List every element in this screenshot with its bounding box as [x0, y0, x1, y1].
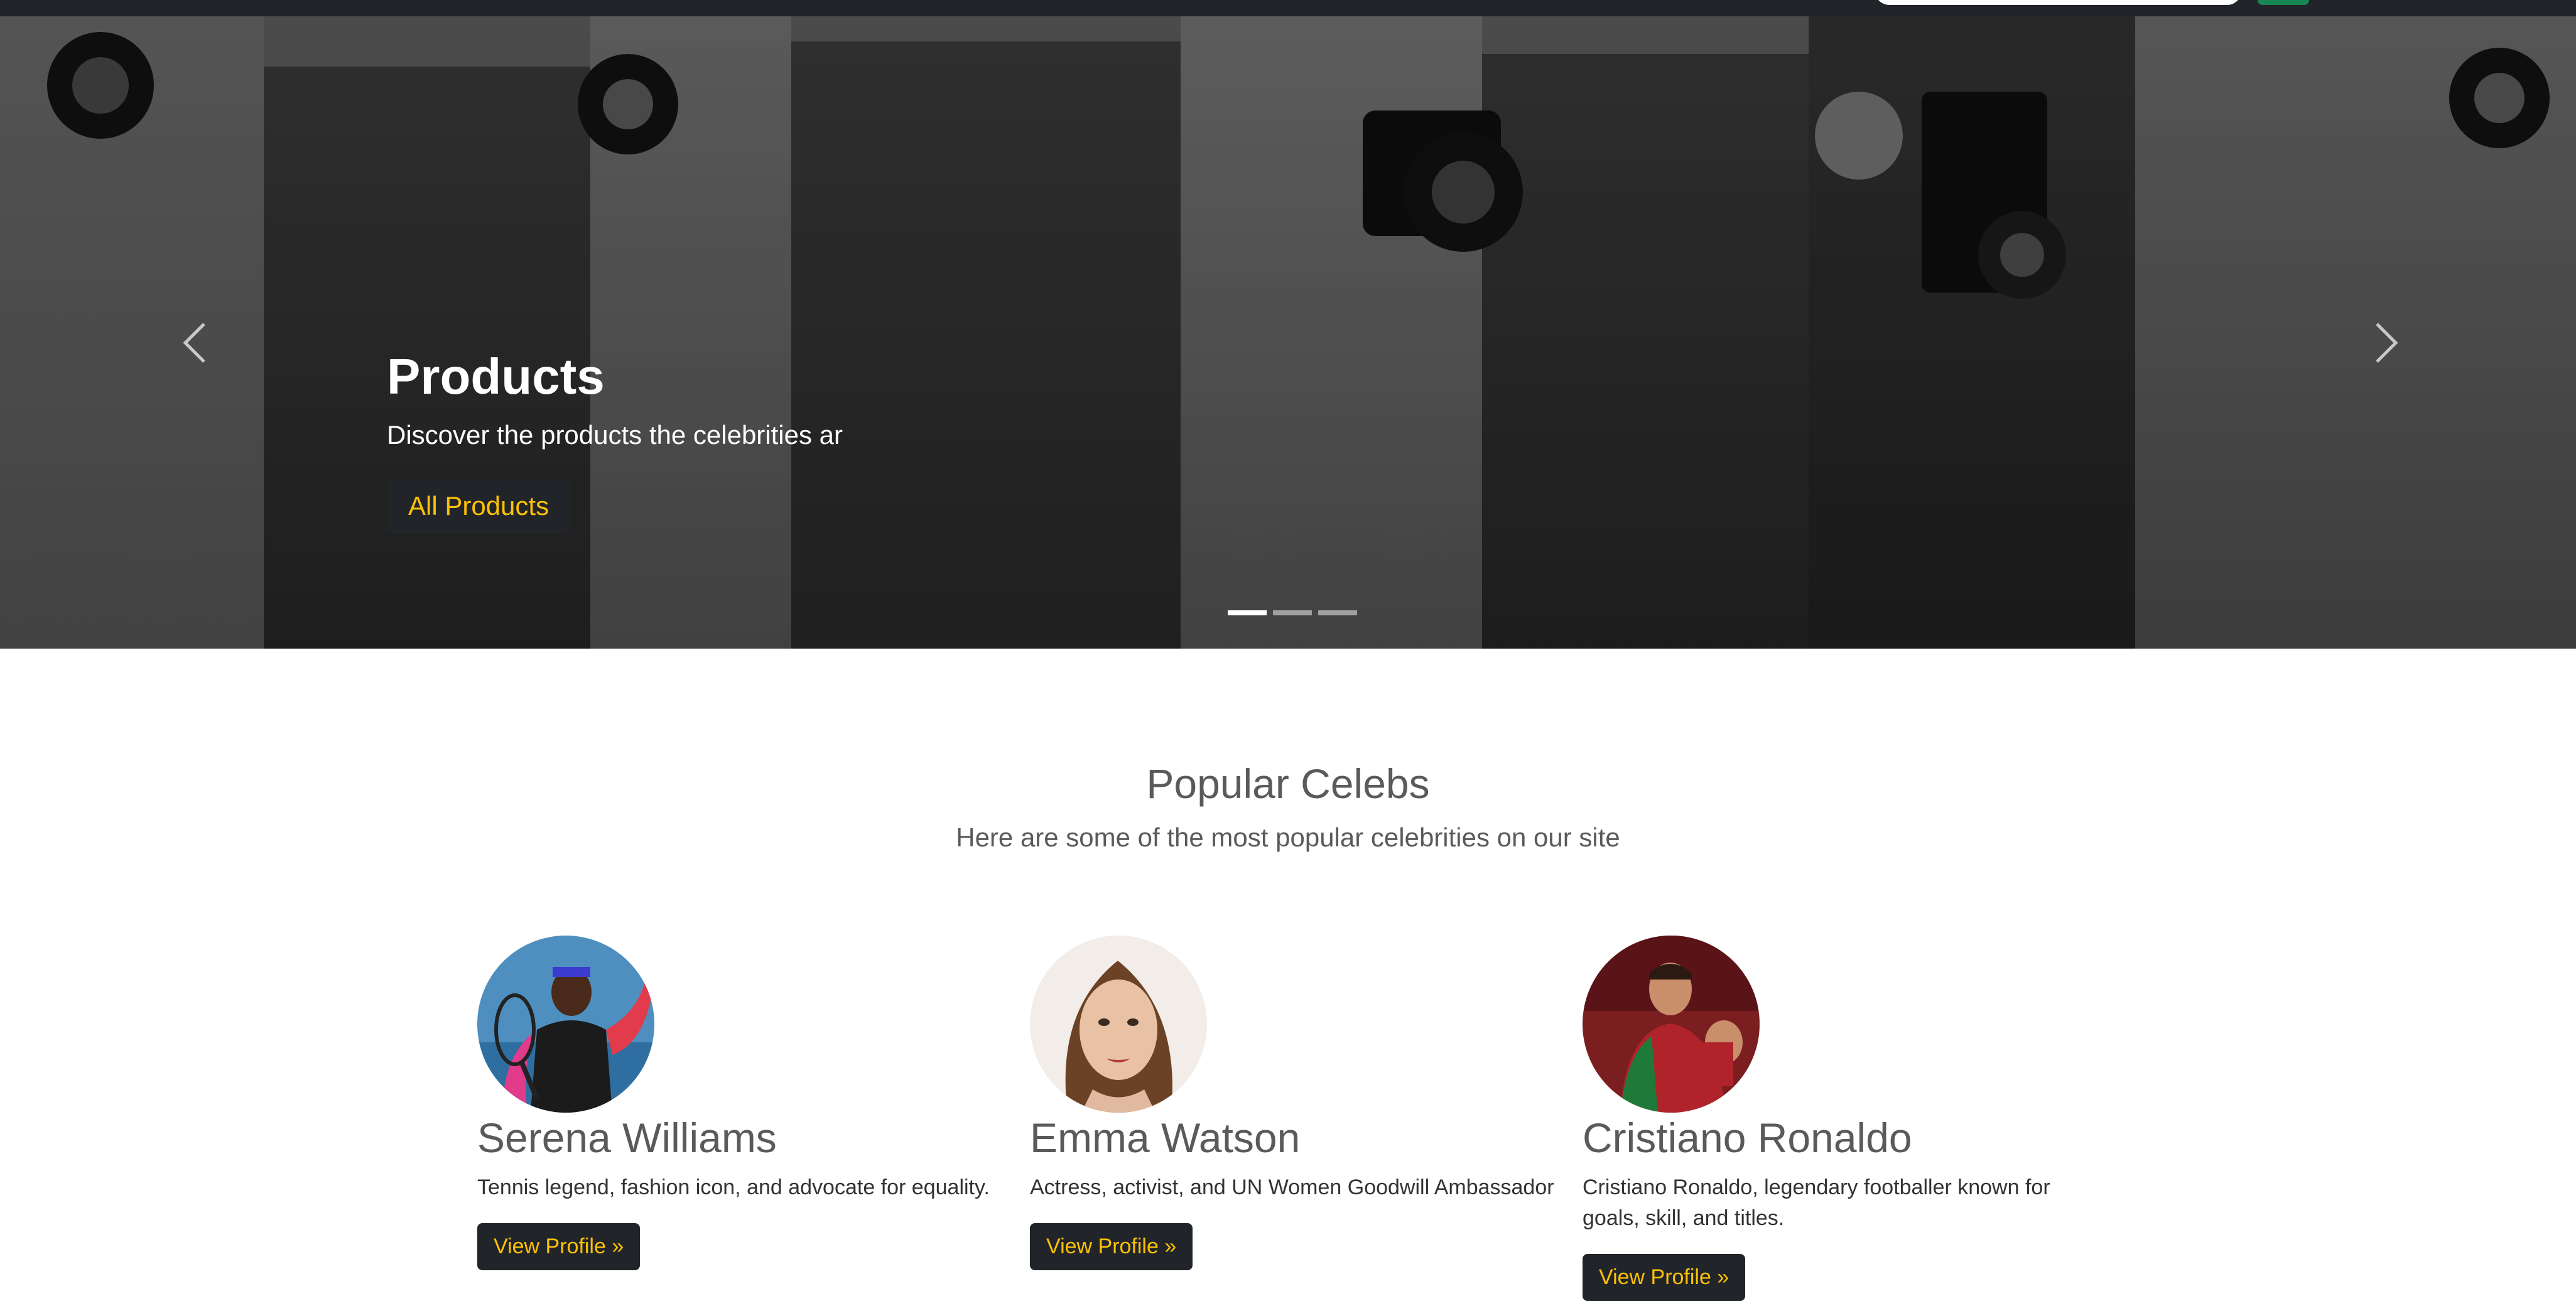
carousel-subtitle: Discover the products the celebrities ar: [387, 420, 843, 450]
chevron-left-icon: [183, 323, 205, 363]
celeb-card-serena: Serena Williams Tennis legend, fashion i…: [477, 936, 1017, 1270]
search-button[interactable]: [2258, 0, 2309, 5]
celeb-description: Tennis legend, fashion icon, and advocat…: [477, 1175, 990, 1199]
carousel-next-button[interactable]: [2361, 293, 2411, 393]
avatar: [477, 936, 654, 1113]
avatar: [1030, 936, 1207, 1113]
celeb-description: Cristiano Ronaldo, legendary footballer …: [1583, 1175, 2050, 1230]
chevron-right-icon: [2376, 323, 2398, 363]
carousel-caption: Products Discover the products the celeb…: [387, 349, 843, 534]
navbar: [0, 0, 2576, 16]
celeb-name: Cristiano Ronaldo: [1583, 1115, 1912, 1161]
hero-carousel: Products Discover the products the celeb…: [0, 16, 2576, 649]
carousel-indicator-2[interactable]: [1273, 610, 1312, 615]
view-profile-button[interactable]: View Profile »: [1583, 1254, 1746, 1301]
view-profile-button[interactable]: View Profile »: [477, 1223, 641, 1270]
carousel-indicator-3[interactable]: [1318, 610, 1357, 615]
search-input[interactable]: [1875, 0, 2242, 5]
section-title: Popular Celebs: [1146, 760, 1430, 807]
celeb-name: Emma Watson: [1030, 1115, 1301, 1161]
carousel-prev-button[interactable]: [170, 293, 220, 393]
carousel-indicators: [1228, 610, 1357, 615]
hero-background-image: [0, 16, 2576, 649]
carousel-title: Products: [387, 348, 605, 404]
avatar: [1583, 936, 1760, 1113]
celeb-card-emma: Emma Watson Actress, activist, and UN Wo…: [1030, 936, 1570, 1270]
celeb-description: Actress, activist, and UN Women Goodwill…: [1030, 1175, 1554, 1199]
carousel-indicator-1[interactable]: [1228, 610, 1267, 615]
section-subtitle: Here are some of the most popular celebr…: [956, 823, 1620, 852]
celeb-card-ronaldo: Cristiano Ronaldo Cristiano Ronaldo, leg…: [1583, 936, 2123, 1301]
all-products-button[interactable]: All Products: [387, 478, 571, 534]
celeb-name: Serena Williams: [477, 1115, 777, 1161]
view-profile-button[interactable]: View Profile »: [1030, 1223, 1193, 1270]
